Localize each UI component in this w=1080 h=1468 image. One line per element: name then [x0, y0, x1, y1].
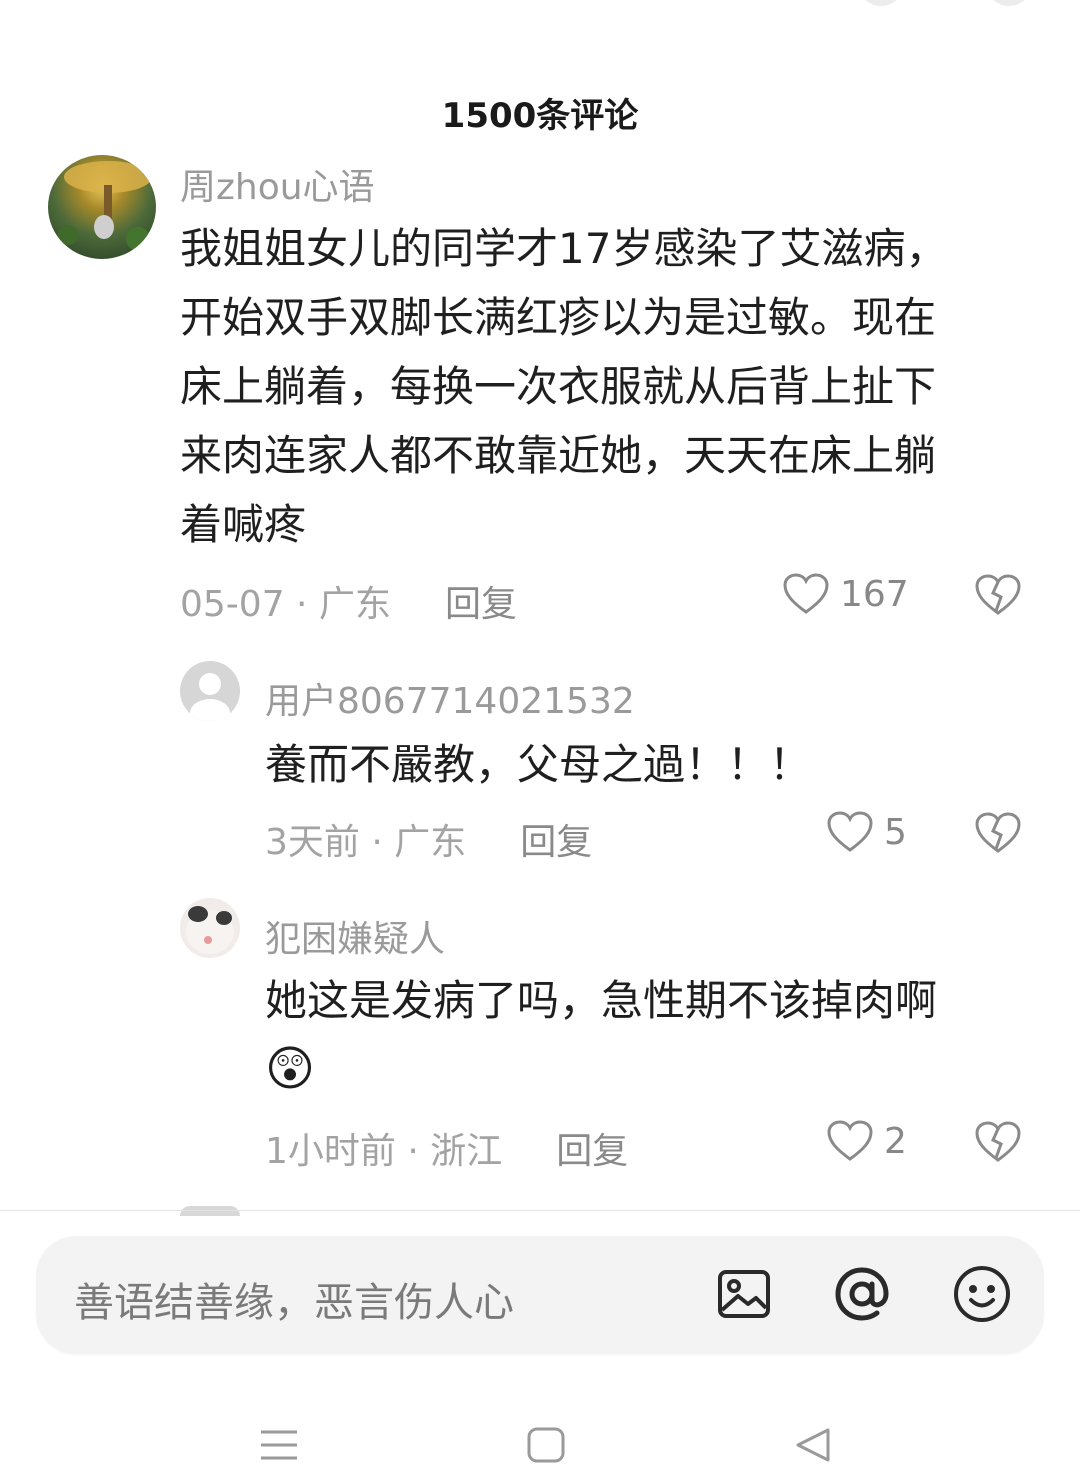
comment-text-line: 着喊疼 — [180, 500, 307, 549]
comment-text-line: 她这是发病了吗，急性期不该掉肉啊 — [265, 976, 938, 1025]
time-location: 1小时前 · 浙江 — [265, 1131, 503, 1172]
input-divider — [0, 1210, 1080, 1211]
like-count: 167 — [840, 573, 909, 615]
reply-button[interactable]: 回复 — [556, 1122, 628, 1174]
cat-face-icon — [186, 906, 234, 954]
comment-meta: 1小时前 · 浙江 回复 — [265, 1122, 628, 1174]
comment-input-placeholder[interactable]: 善语结善缘，恶言伤人心 — [74, 1270, 514, 1328]
broken-heart-icon — [975, 812, 1021, 853]
comment-username[interactable]: 用户8067714021532 — [265, 672, 635, 724]
avatar-image-icon — [58, 161, 152, 251]
next-comment-avatar-peek — [180, 1206, 240, 1216]
like-button[interactable]: 167 — [782, 572, 909, 616]
image-icon[interactable] — [712, 1262, 776, 1326]
system-nav-bar — [0, 1396, 1080, 1464]
time-location: 05-07 · 广东 — [180, 584, 391, 625]
at-icon[interactable] — [830, 1262, 894, 1326]
comment-text-line: 我姐姐女儿的同学才17岁感染了艾滋病， — [180, 224, 948, 273]
comment-text-line: 来肉连家人都不敢靠近她，天天在床上躺 — [180, 431, 937, 480]
comment-text: 我姐姐女儿的同学才17岁感染了艾滋病， 开始双手双脚长满红疹以为是过敏。现在 床… — [180, 214, 947, 559]
comment-meta: 3天前 · 广东 回复 — [265, 813, 592, 865]
comment-text-line: 床上躺着，每换一次衣服就从后背上扯下 — [180, 362, 937, 411]
reply-button[interactable]: 回复 — [445, 575, 517, 627]
time-location: 3天前 · 广东 — [265, 822, 467, 863]
broken-heart-icon — [975, 1121, 1021, 1162]
default-user-icon — [190, 673, 230, 721]
comment-text-line: 开始双手双脚长满红疹以为是过敏。现在 — [180, 293, 937, 342]
heart-icon — [783, 573, 829, 614]
emoji-icon[interactable] — [950, 1262, 1014, 1326]
comment-username[interactable]: 犯困嫌疑人 — [265, 910, 445, 962]
comment-username[interactable]: 周zhou心语 — [180, 158, 375, 210]
avatar[interactable] — [180, 661, 240, 721]
reply-button[interactable]: 回复 — [520, 813, 592, 865]
dislike-button[interactable] — [974, 573, 1022, 617]
home-square-icon[interactable] — [526, 1426, 566, 1468]
heart-icon — [827, 811, 873, 852]
top-button-stub-right — [986, 0, 1032, 6]
dislike-button[interactable] — [974, 1120, 1022, 1164]
dislike-button[interactable] — [974, 811, 1022, 855]
avatar[interactable] — [180, 898, 240, 958]
comments-count-title: 1500条评论 — [441, 96, 639, 136]
like-count: 5 — [884, 811, 907, 853]
comment-text: 養而不嚴教，父母之過！！！ — [265, 730, 811, 799]
broken-heart-icon — [975, 574, 1021, 615]
comment-meta: 05-07 · 广东 回复 — [180, 575, 517, 627]
comment-input-bar[interactable]: 善语结善缘，恶言伤人心 — [36, 1236, 1044, 1354]
heart-icon — [827, 1120, 873, 1161]
like-button[interactable]: 2 — [826, 1119, 907, 1163]
back-triangle-icon[interactable] — [794, 1426, 832, 1468]
avatar[interactable] — [48, 155, 156, 259]
like-button[interactable]: 5 — [826, 810, 907, 854]
comment-emoji: 😲 — [265, 1041, 316, 1097]
menu-icon[interactable] — [258, 1426, 300, 1468]
comment-text: 她这是发病了吗，急性期不该掉肉啊 😲 — [265, 966, 937, 1104]
comment-text-line: 養而不嚴教，父母之過！！！ — [265, 740, 812, 789]
top-button-stub-left — [858, 0, 904, 6]
like-count: 2 — [884, 1120, 907, 1162]
